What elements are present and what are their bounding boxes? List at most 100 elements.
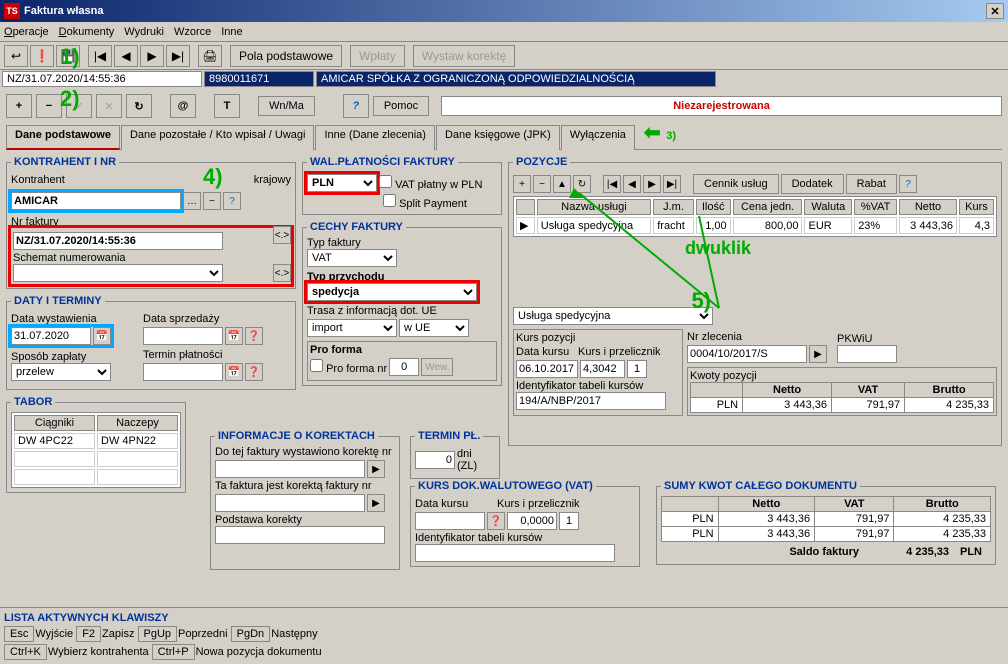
tab-inne[interactable]: Inne (Dane zlecenia) bbox=[315, 125, 435, 150]
korekta2-go[interactable]: ▶ bbox=[367, 494, 385, 512]
korekta1-input[interactable] bbox=[215, 460, 365, 478]
poz-kurs[interactable] bbox=[580, 360, 625, 378]
btn-plus[interactable]: + bbox=[6, 94, 32, 118]
help-icon[interactable]: ? bbox=[343, 94, 369, 118]
pozycja-select[interactable]: Usługa spedycyjna bbox=[513, 307, 713, 325]
tab-dane-podstawowe[interactable]: Dane podstawowe bbox=[6, 125, 120, 150]
help-icon-3[interactable]: ❓ bbox=[245, 363, 263, 381]
calendar-icon-2[interactable]: 📅 bbox=[225, 327, 243, 345]
key-pgdn[interactable]: PgDn bbox=[231, 626, 271, 642]
calendar-icon-3[interactable]: 📅 bbox=[225, 363, 243, 381]
kursdok-ident[interactable] bbox=[415, 544, 615, 562]
proforma-nr[interactable] bbox=[389, 358, 419, 376]
menu-wzorce[interactable]: Wzorce bbox=[174, 26, 211, 38]
btn-at[interactable]: @ bbox=[170, 94, 196, 118]
table-row[interactable]: ▶ Usługa spedycyjna fracht 1,00 800,00 E… bbox=[516, 217, 994, 234]
tab-wylaczenia[interactable]: Wyłączenia bbox=[561, 125, 635, 150]
poz-help[interactable]: ? bbox=[899, 175, 917, 193]
kontrahent-input[interactable] bbox=[11, 192, 181, 210]
tb-wplaty[interactable]: Wpłaty bbox=[350, 45, 405, 67]
termin-input[interactable] bbox=[143, 363, 223, 381]
sposob-select[interactable]: przelew bbox=[11, 363, 111, 381]
data-sprz-input[interactable] bbox=[143, 327, 223, 345]
tb-save[interactable]: 💾 bbox=[56, 45, 80, 67]
kursdok-kurs[interactable] bbox=[507, 512, 557, 530]
vat-pln-check[interactable] bbox=[379, 175, 392, 188]
tb-first[interactable]: |◀ bbox=[88, 45, 112, 67]
kontrahent-group: KONTRAHENT I NR Kontrahentkrajowy … − ? … bbox=[6, 156, 296, 289]
proforma-check[interactable] bbox=[310, 359, 323, 372]
tb-back[interactable]: ↩ bbox=[4, 45, 28, 67]
key-pgup[interactable]: PgUp bbox=[138, 626, 178, 642]
key-ctrlk[interactable]: Ctrl+K bbox=[4, 644, 47, 660]
btn-dodatek[interactable]: Dodatek bbox=[781, 174, 844, 194]
kontrahent-lookup[interactable]: … bbox=[183, 192, 201, 210]
poz-up[interactable]: ▲ bbox=[553, 175, 571, 193]
poz-next[interactable]: ▶ bbox=[643, 175, 661, 193]
poz-ident[interactable] bbox=[516, 392, 666, 410]
btn-minus[interactable]: − bbox=[36, 94, 62, 118]
korekta1-go[interactable]: ▶ bbox=[367, 460, 385, 478]
btn-pomoc[interactable]: Pomoc bbox=[373, 96, 429, 116]
key-esc[interactable]: Esc bbox=[4, 626, 34, 642]
poz-minus[interactable]: − bbox=[533, 175, 551, 193]
trasa-select[interactable]: import bbox=[307, 319, 397, 337]
data-wyst-input[interactable] bbox=[11, 327, 91, 345]
wew-btn[interactable]: Wew. bbox=[421, 358, 453, 376]
poz-last[interactable]: ▶| bbox=[663, 175, 681, 193]
terminpl-input[interactable] bbox=[415, 451, 455, 469]
tb-print[interactable]: 🖨 bbox=[198, 45, 222, 67]
nrzlec-go[interactable]: ▶ bbox=[809, 345, 827, 363]
btn-cennik[interactable]: Cennik usług bbox=[693, 174, 779, 194]
help-icon-2[interactable]: ❓ bbox=[245, 327, 263, 345]
key-ctrlp[interactable]: Ctrl+P bbox=[152, 644, 195, 660]
podstawa-input[interactable] bbox=[215, 526, 385, 544]
poz-one[interactable] bbox=[627, 360, 647, 378]
nrzlec-input[interactable] bbox=[687, 345, 807, 363]
schemat-nav[interactable]: <.> bbox=[273, 264, 291, 282]
tb-prev[interactable]: ◀ bbox=[114, 45, 138, 67]
key-f2[interactable]: F2 bbox=[76, 626, 101, 642]
btn-refresh[interactable]: ↻ bbox=[126, 94, 152, 118]
schemat-select[interactable] bbox=[13, 264, 223, 282]
menu-operacje[interactable]: Operacje bbox=[4, 26, 49, 38]
kontrahent-minus[interactable]: − bbox=[203, 192, 221, 210]
tb-last[interactable]: ▶| bbox=[166, 45, 190, 67]
kursdok-data[interactable] bbox=[415, 512, 485, 530]
korekta2-input[interactable] bbox=[215, 494, 365, 512]
poz-refresh[interactable]: ↻ bbox=[573, 175, 591, 193]
calendar-icon[interactable]: 📅 bbox=[93, 327, 111, 345]
table-row[interactable]: DW 4PC22 bbox=[14, 433, 95, 449]
pkwiu-input[interactable] bbox=[837, 345, 897, 363]
kontrahent-help[interactable]: ? bbox=[223, 192, 241, 210]
typ-select[interactable]: VAT bbox=[307, 249, 397, 267]
btn-check[interactable]: ✓ bbox=[66, 94, 92, 118]
przychod-select[interactable]: spedycja bbox=[307, 283, 477, 301]
btn-wnma[interactable]: Wn/Ma bbox=[258, 96, 315, 116]
tb-korekta[interactable]: Wystaw korektę bbox=[413, 45, 516, 67]
poz-plus[interactable]: + bbox=[513, 175, 531, 193]
nr-faktury-input[interactable] bbox=[13, 232, 223, 250]
kursdok-help[interactable]: ❓ bbox=[487, 512, 505, 530]
close-button[interactable]: ✕ bbox=[986, 3, 1004, 19]
poz-datakursu[interactable] bbox=[516, 360, 578, 378]
poz-first[interactable]: |◀ bbox=[603, 175, 621, 193]
tb-next[interactable]: ▶ bbox=[140, 45, 164, 67]
tb-pola[interactable]: Pola podstawowe bbox=[230, 45, 342, 67]
btn-t[interactable]: T bbox=[214, 94, 240, 118]
tab-ksiegowe[interactable]: Dane księgowe (JPK) bbox=[436, 125, 560, 150]
window-title: Faktura własna bbox=[24, 5, 986, 17]
menu-dokumenty[interactable]: Dokumenty bbox=[59, 26, 115, 38]
menu-wydruki[interactable]: Wydruki bbox=[124, 26, 164, 38]
poz-prev[interactable]: ◀ bbox=[623, 175, 641, 193]
nr-nav[interactable]: <.> bbox=[273, 226, 291, 244]
menu-inne[interactable]: Inne bbox=[221, 26, 242, 38]
btn-x[interactable]: ✕ bbox=[96, 94, 122, 118]
ue-select[interactable]: w UE bbox=[399, 319, 469, 337]
tb-warn[interactable]: ❗ bbox=[30, 45, 54, 67]
btn-rabat[interactable]: Rabat bbox=[846, 174, 897, 194]
kursdok-one[interactable] bbox=[559, 512, 579, 530]
tab-dane-pozostale[interactable]: Dane pozostałe / Kto wpisał / Uwagi bbox=[121, 125, 314, 150]
split-check[interactable] bbox=[383, 194, 396, 207]
waluta-select[interactable]: PLN bbox=[307, 174, 377, 192]
